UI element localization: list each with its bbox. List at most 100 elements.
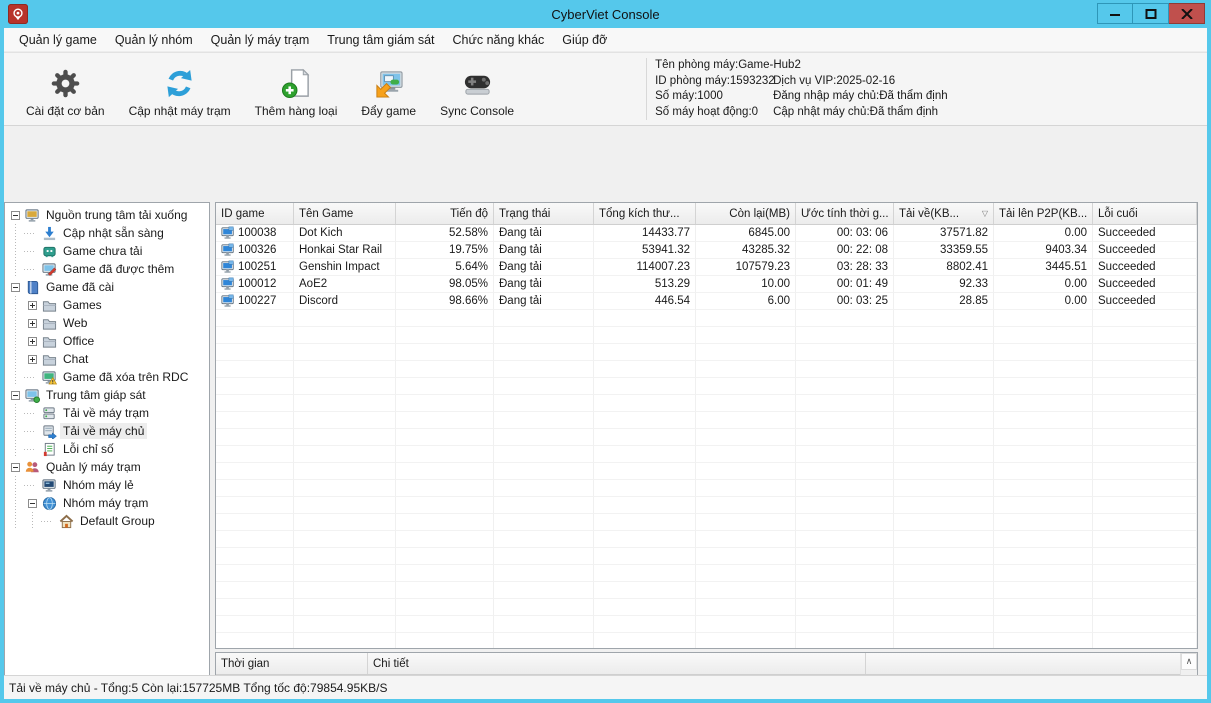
tree-item-t-i-v-m-y-tr-m[interactable]: Tải về máy trạm <box>7 404 208 422</box>
tree-item-game-x-a-tr-n-rdc[interactable]: Game đã xóa trên RDC <box>7 368 208 386</box>
tree-connector <box>24 422 41 440</box>
empty-cell <box>294 412 396 429</box>
menu-item-3[interactable]: Quản lý máy trạm <box>202 30 319 50</box>
content-area: Nguồn trung tâm tải xuốngCập nhật sẵn sà… <box>4 126 1207 676</box>
empty-cell <box>994 429 1093 446</box>
tree-item-game-c-th-m[interactable]: Game đã được thêm <box>7 260 208 278</box>
info-left: Tên phòng máy:Game-Hub2 <box>655 59 773 75</box>
tree-item-games[interactable]: Games <box>7 296 208 314</box>
c-p-nh-t-m-y-tr-m-button[interactable]: Cập nhật máy trạm <box>117 55 243 125</box>
empty-cell <box>396 633 494 649</box>
expand-icon[interactable] <box>28 337 37 346</box>
log-column-header-2[interactable]: Chi tiết <box>368 653 866 674</box>
download-table-header: ID gameTên GameTiến độTrạng tháiTổng kíc… <box>216 203 1197 225</box>
cell-10: Succeeded <box>1093 276 1197 293</box>
menu-item-4[interactable]: Trung tâm giám sát <box>318 30 443 50</box>
tree-item-nh-m-m-y-tr-m[interactable]: Nhóm máy trạm <box>7 494 208 512</box>
cell-3: 98.66% <box>396 293 494 310</box>
th-m-h-ng-lo-i-button[interactable]: Thêm hàng loại <box>243 55 350 125</box>
column-header-10[interactable]: Lỗi cuối <box>1093 203 1197 224</box>
tree-item-chat[interactable]: Chat <box>7 350 208 368</box>
empty-cell <box>216 446 294 463</box>
tree-item-default-group[interactable]: Default Group <box>7 512 208 530</box>
cell-2: Dot Kich <box>294 225 396 242</box>
table-row[interactable]: 100227Discord98.66%Đang tải446.546.0000:… <box>216 293 1197 310</box>
collapse-icon[interactable] <box>11 283 20 292</box>
empty-row <box>216 446 1197 463</box>
collapse-icon[interactable] <box>28 499 37 508</box>
empty-cell <box>796 599 894 616</box>
empty-cell <box>494 395 594 412</box>
empty-cell <box>696 361 796 378</box>
expand-icon[interactable] <box>28 355 37 364</box>
empty-cell <box>494 514 594 531</box>
column-header-5[interactable]: Tổng kích thư... <box>594 203 696 224</box>
tree-item-game-ch-a-t-i[interactable]: Game chưa tải <box>7 242 208 260</box>
table-row[interactable]: 100012AoE298.05%Đang tải513.2910.0000: 0… <box>216 276 1197 293</box>
empty-cell <box>594 344 696 361</box>
collapse-icon[interactable] <box>11 211 20 220</box>
menu-item-1[interactable]: Quản lý game <box>10 30 106 50</box>
refresh-icon <box>163 66 197 100</box>
toolbar-button-label: Cập nhật máy trạm <box>129 104 231 118</box>
empty-row <box>216 429 1197 446</box>
tree-item-l-i-ch-s-[interactable]: Lỗi chỉ số <box>7 440 208 458</box>
cell-4: Đang tải <box>494 293 594 310</box>
expand-icon[interactable] <box>28 319 37 328</box>
empty-cell <box>696 378 796 395</box>
cell-value: 5.64% <box>455 261 488 273</box>
cell-value: Succeeded <box>1098 261 1156 273</box>
tree-item-ngu-n-trung-t-m-t-i-xu-ng[interactable]: Nguồn trung tâm tải xuống <box>7 206 208 224</box>
table-row[interactable]: 100251Genshin Impact5.64%Đang tải114007.… <box>216 259 1197 276</box>
empty-cell <box>1093 344 1197 361</box>
column-header-2[interactable]: Tên Game <box>294 203 396 224</box>
column-header-9[interactable]: Tải lên P2P(KB... <box>994 203 1093 224</box>
column-header-3[interactable]: Tiến độ <box>396 203 494 224</box>
collapse-icon[interactable] <box>11 463 20 472</box>
tree-guide <box>7 314 24 332</box>
tree-item-t-i-v-m-y-ch-[interactable]: Tải về máy chủ <box>7 422 208 440</box>
column-header-8[interactable]: Tải về(KB...▽ <box>894 203 994 224</box>
-y-game-button[interactable]: Đẩy game <box>349 55 428 125</box>
cell-value: 19.75% <box>449 244 488 256</box>
menu-item-6[interactable]: Giúp đỡ <box>553 30 616 50</box>
c-i-t-c-b-n-button[interactable]: Cài đặt cơ bản <box>14 55 117 125</box>
tree-item-game-c-i[interactable]: Game đã cài <box>7 278 208 296</box>
close-button[interactable] <box>1169 3 1205 24</box>
scroll-up-button[interactable]: ∧ <box>1181 653 1197 670</box>
menu-item-2[interactable]: Quản lý nhóm <box>106 30 202 50</box>
add-document-icon <box>279 66 313 100</box>
empty-cell <box>216 531 294 548</box>
column-header-4[interactable]: Trạng thái <box>494 203 594 224</box>
tree-item-label: Default Group <box>77 513 158 529</box>
column-header-6[interactable]: Còn lại(MB) <box>696 203 796 224</box>
cell-value: 6845.00 <box>748 227 790 239</box>
column-header-1[interactable]: ID game <box>216 203 294 224</box>
game-alien-icon <box>41 243 57 259</box>
column-header-7[interactable]: Ước tính thời g... <box>796 203 894 224</box>
tree-item-c-p-nh-t-s-n-s-ng[interactable]: Cập nhật sẵn sàng <box>7 224 208 242</box>
sync-console-button[interactable]: Sync Console <box>428 55 526 125</box>
cell-1: 100012 <box>216 276 294 293</box>
empty-cell <box>994 480 1093 497</box>
menu-item-5[interactable]: Chức năng khác <box>444 30 554 50</box>
tree-item-qu-n-l-m-y-tr-m[interactable]: Quản lý máy trạm <box>7 458 208 476</box>
empty-cell <box>696 616 796 633</box>
table-row[interactable]: 100038Dot Kich52.58%Đang tải14433.776845… <box>216 225 1197 242</box>
tree-item-office[interactable]: Office <box>7 332 208 350</box>
tree-item-trung-t-m-gi-p-s-t[interactable]: Trung tâm giáp sát <box>7 386 208 404</box>
empty-cell <box>696 633 796 649</box>
collapse-icon[interactable] <box>11 391 20 400</box>
maximize-button[interactable] <box>1133 3 1169 24</box>
tree-item-nh-m-m-y-l-[interactable]: Nhóm máy lẻ <box>7 476 208 494</box>
minimize-button[interactable] <box>1097 3 1133 24</box>
expand-icon[interactable] <box>28 301 37 310</box>
cell-value: Succeeded <box>1098 227 1156 239</box>
empty-cell <box>796 310 894 327</box>
table-row[interactable]: 100326Honkai Star Rail19.75%Đang tải5394… <box>216 242 1197 259</box>
log-column-header-1[interactable]: Thời gian <box>216 653 368 674</box>
push-game-icon <box>372 66 406 100</box>
empty-cell <box>216 633 294 649</box>
document-error-icon <box>41 441 57 457</box>
tree-item-web[interactable]: Web <box>7 314 208 332</box>
